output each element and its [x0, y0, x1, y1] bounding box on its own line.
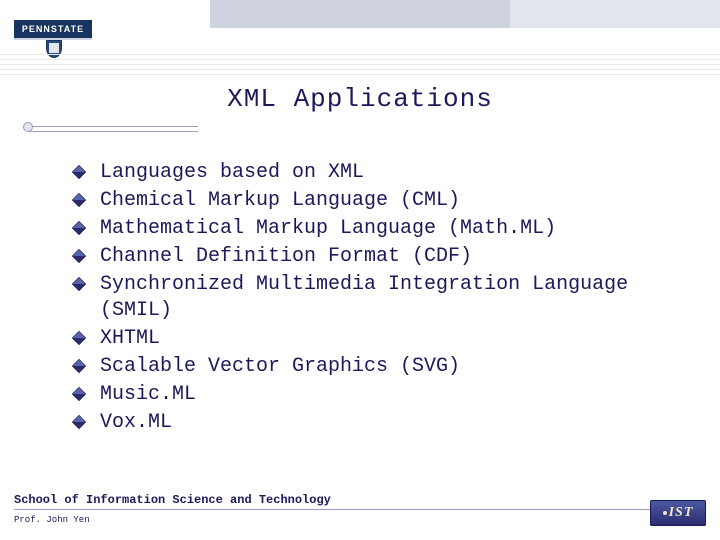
diamond-bullet-icon — [72, 387, 86, 401]
list-item: Mathematical Markup Language (Math.ML) — [74, 216, 680, 242]
pennstate-logo: PENNSTATE — [14, 20, 104, 58]
list-item-text: Mathematical Markup Language (Math.ML) — [100, 217, 556, 240]
list-item: Music.ML — [74, 382, 680, 408]
bullet-list: Languages based on XML Chemical Markup L… — [74, 160, 680, 438]
slide-footer: School of Information Science and Techno… — [14, 493, 706, 526]
header-color-bands — [0, 0, 720, 28]
diamond-bullet-icon — [72, 221, 86, 235]
list-item-text: Languages based on XML — [100, 161, 364, 184]
logo-text: PENNSTATE — [14, 20, 92, 40]
list-item-text: Channel Definition Format (CDF) — [100, 245, 472, 268]
diamond-bullet-icon — [72, 193, 86, 207]
list-item: Synchronized Multimedia Integration Lang… — [74, 272, 680, 324]
list-item: Scalable Vector Graphics (SVG) — [74, 354, 680, 380]
decorative-rules — [0, 54, 720, 84]
list-item: Vox.ML — [74, 410, 680, 436]
footer-rule — [14, 509, 706, 510]
title-underline — [28, 126, 198, 132]
list-item: XHTML — [74, 326, 680, 352]
diamond-bullet-icon — [72, 249, 86, 263]
slide-title: XML Applications — [0, 84, 720, 114]
list-item: Chemical Markup Language (CML) — [74, 188, 680, 214]
list-item: Languages based on XML — [74, 160, 680, 186]
diamond-bullet-icon — [72, 331, 86, 345]
list-item-text: Chemical Markup Language (CML) — [100, 189, 460, 212]
list-item: Channel Definition Format (CDF) — [74, 244, 680, 270]
footer-professor: Prof. John Yen — [14, 514, 706, 526]
diamond-bullet-icon — [72, 415, 86, 429]
list-item-text: Scalable Vector Graphics (SVG) — [100, 355, 460, 378]
diamond-bullet-icon — [72, 277, 86, 291]
ist-badge-text: IST — [669, 505, 694, 520]
footer-school: School of Information Science and Techno… — [14, 493, 706, 507]
list-item-text: Synchronized Multimedia Integration Lang… — [100, 273, 628, 322]
list-item-text: Music.ML — [100, 383, 196, 406]
diamond-bullet-icon — [72, 165, 86, 179]
diamond-bullet-icon — [72, 359, 86, 373]
list-item-text: XHTML — [100, 327, 160, 350]
list-item-text: Vox.ML — [100, 411, 172, 434]
ist-badge: IST — [650, 500, 706, 526]
